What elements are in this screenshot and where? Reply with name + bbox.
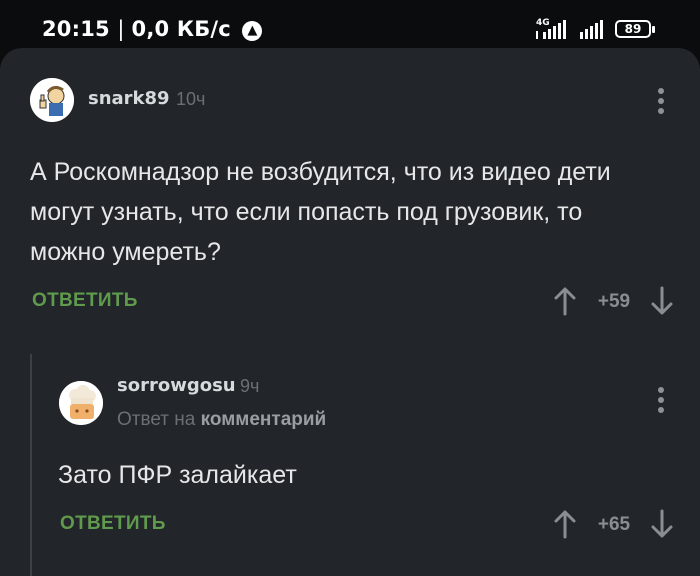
reply-to-link[interactable]: комментарий [201, 409, 327, 430]
upvote-arrow-icon[interactable] [552, 286, 578, 316]
chef-avatar-icon [59, 381, 103, 425]
status-time-and-speed: 20:15 | 0,0 КБ/с ▲ [42, 17, 263, 41]
avatar[interactable] [30, 78, 74, 122]
comment-score: +59 [597, 291, 631, 312]
signal-4g-icon: 4G [536, 18, 566, 39]
avatar[interactable] [59, 381, 103, 425]
downvote-arrow-icon[interactable] [649, 509, 675, 539]
status-time: 20:15 [42, 17, 110, 41]
downvote-arrow-icon[interactable] [649, 286, 675, 316]
signal-icon [580, 20, 603, 39]
reply-button[interactable]: ОТВЕТИТЬ [60, 513, 166, 535]
comment-author[interactable]: sorrowgosu [117, 375, 236, 396]
reply-to-line: Ответ на комментарий [117, 409, 326, 431]
status-net-speed: 0,0 КБ/с [131, 17, 231, 41]
battery-icon: 89 [615, 20, 655, 38]
network-type-label: 4G [536, 18, 550, 28]
upvote-arrow-icon[interactable] [552, 509, 578, 539]
thread-line[interactable] [30, 354, 32, 576]
more-options-icon[interactable] [658, 88, 666, 116]
more-options-icon[interactable] [658, 387, 666, 415]
comment-time: 9ч [240, 376, 260, 396]
comment-text: Зато ПФР залайкает [58, 461, 297, 489]
reply-to-prefix: Ответ на [117, 409, 196, 430]
data-saver-icon: ▲ [242, 21, 263, 41]
status-bar: 20:15 | 0,0 КБ/с ▲ 4G 89 [0, 0, 700, 52]
comment-score: +65 [597, 514, 631, 535]
comment-text: А Роскомнадзор не возбудится, что из вид… [30, 158, 611, 266]
comment-time: 10ч [176, 89, 206, 109]
reply-button[interactable]: ОТВЕТИТЬ [32, 290, 138, 312]
comment-author[interactable]: snark89 [88, 88, 170, 109]
vault-boy-thumbs-up-avatar-icon [30, 78, 74, 122]
